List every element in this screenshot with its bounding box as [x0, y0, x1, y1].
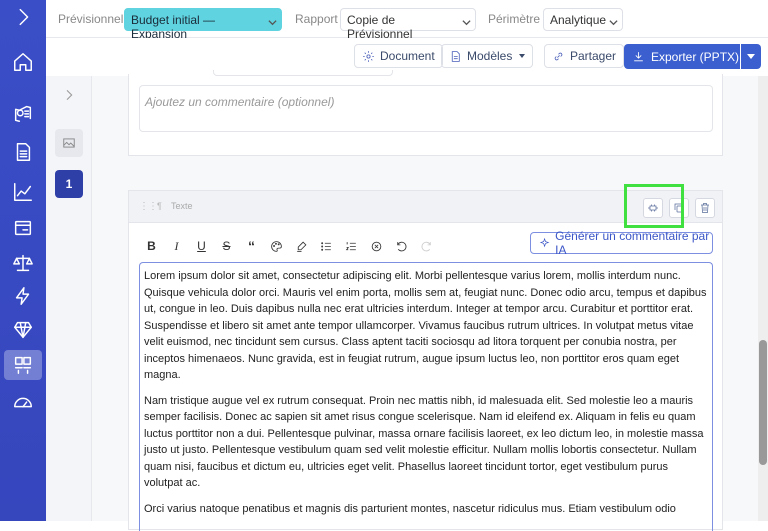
caret-down-icon — [519, 54, 526, 58]
text-type-icon: ¶ — [157, 201, 162, 211]
perimetre-select[interactable]: Analytique — [543, 8, 623, 31]
rapport-select[interactable]: Copie de Prévisionnel — [340, 8, 476, 41]
image-icon — [63, 138, 75, 148]
diamond-icon[interactable] — [0, 313, 46, 347]
comment-placeholder: Ajoutez un commentaire (optionnel) — [145, 95, 335, 109]
rapport-select-value: Copie de Prévisionnel — [347, 13, 413, 41]
scrollbar-thumb[interactable] — [759, 340, 767, 465]
sparkle-icon — [539, 237, 550, 248]
italic-icon[interactable]: I — [164, 236, 189, 256]
top-bar: Prévisionnel Budget initial — Expansion … — [46, 0, 768, 41]
undo-icon[interactable] — [389, 236, 414, 256]
ai-comment-button-label: Générer un commentaire par IA — [555, 229, 710, 257]
formatting-toolbar: B I U S “ — [139, 236, 439, 256]
pages-panel: 1 — [46, 76, 92, 521]
paragraph: Lorem ipsum dolor sit amet, consectetur … — [144, 270, 707, 381]
action-toolbar: Document Modèles Partager Exporter (PPTX… — [46, 38, 768, 76]
collapsed-header-edge — [213, 70, 393, 76]
quote-icon[interactable]: “ — [239, 236, 264, 256]
text-block-card: ⋮⋮ ¶ Texte B I U S “ Générer un commenta… — [128, 184, 723, 531]
balance-scale-icon[interactable] — [0, 246, 46, 280]
document-button-label: Document — [380, 49, 435, 63]
text-block-header: ⋮⋮ ¶ Texte — [129, 184, 722, 228]
paragraph: Nam tristique augue vel ex rutrum conseq… — [144, 394, 704, 490]
highlighter-icon[interactable] — [289, 236, 314, 256]
map-location-icon[interactable] — [0, 96, 46, 130]
redo-icon[interactable] — [414, 236, 439, 256]
trash-icon — [701, 203, 709, 213]
wallet-icon[interactable] — [0, 211, 46, 245]
underline-icon[interactable]: U — [189, 236, 214, 256]
sidebar — [0, 0, 46, 521]
document-icon[interactable] — [0, 135, 46, 169]
report-builder-icon[interactable] — [4, 350, 42, 380]
strikethrough-icon[interactable]: S — [214, 236, 239, 256]
rapport-label: Rapport — [295, 12, 338, 26]
dashboard-gauge-icon[interactable] — [0, 386, 46, 420]
home-icon[interactable] — [0, 45, 46, 79]
previsionnel-label: Prévisionnel — [58, 12, 124, 26]
paragraph: Orci varius natoque penatibus et magnis … — [144, 502, 676, 515]
modeles-button-label: Modèles — [467, 49, 513, 63]
toolbar-divider — [532, 47, 533, 65]
drag-handle-icon[interactable]: ⋮⋮ — [139, 201, 158, 212]
perimetre-select-value: Analytique — [550, 13, 607, 27]
perimetre-label: Périmètre — [488, 12, 541, 26]
expand-sidebar-chevron-icon[interactable] — [0, 0, 46, 34]
image-thumbnail-button[interactable] — [55, 129, 83, 157]
clear-format-icon[interactable] — [364, 236, 389, 256]
bold-icon[interactable]: B — [139, 236, 164, 256]
bullet-list-icon[interactable] — [314, 236, 339, 256]
highlight-box — [624, 184, 684, 228]
export-dropdown-button[interactable] — [741, 44, 761, 69]
modeles-button[interactable]: Modèles — [441, 44, 534, 68]
text-editor[interactable]: Lorem ipsum dolor sit amet, consectetur … — [139, 262, 713, 531]
page-1-button[interactable]: 1 — [55, 170, 83, 198]
chevron-down-icon — [609, 16, 618, 26]
chevron-down-icon — [462, 16, 471, 26]
block-type-label: Texte — [171, 201, 193, 211]
document-button[interactable]: Document — [354, 44, 443, 68]
scrollbar-track[interactable] — [758, 76, 768, 521]
numbered-list-icon[interactable] — [339, 236, 364, 256]
palette-icon[interactable] — [264, 236, 289, 256]
chevron-down-icon — [268, 16, 277, 26]
gear-icon — [363, 50, 374, 62]
link-icon — [554, 52, 563, 60]
export-button[interactable]: Exporter (PPTX) — [624, 44, 740, 69]
previsionnel-select-value: Budget initial — Expansion — [131, 13, 216, 41]
line-chart-icon[interactable] — [0, 175, 46, 209]
delete-block-button[interactable] — [695, 198, 715, 218]
ai-comment-button[interactable]: Générer un commentaire par IA — [530, 229, 713, 257]
chevron-right-icon[interactable] — [61, 87, 77, 103]
lightning-icon[interactable] — [0, 279, 46, 313]
export-button-label: Exporter (PPTX) — [651, 49, 740, 64]
comment-card: Ajoutez un commentaire (optionnel) — [128, 70, 723, 156]
file-icon — [451, 50, 460, 62]
report-content: Ajoutez un commentaire (optionnel) ⋮⋮ ¶ … — [92, 70, 758, 531]
partager-button[interactable]: Partager — [544, 44, 625, 68]
page-number: 1 — [65, 177, 73, 191]
comment-input[interactable]: Ajoutez un commentaire (optionnel) — [139, 85, 713, 132]
partager-button-label: Partager — [570, 49, 617, 63]
previsionnel-select[interactable]: Budget initial — Expansion — [124, 8, 282, 41]
download-icon — [634, 52, 643, 62]
